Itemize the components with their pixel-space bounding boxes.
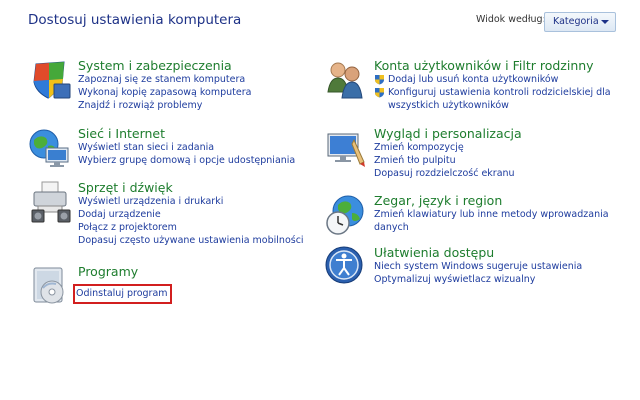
link-parental-controls-continued[interactable]: wszystkich użytkowników: [374, 99, 611, 112]
clock-region-icon: [324, 193, 368, 237]
link-add-device[interactable]: Dodaj urządzenie: [78, 208, 304, 221]
category-title-programs[interactable]: Programy: [78, 264, 168, 279]
link-check-computer-status[interactable]: Zapoznaj się ze stanem komputera: [78, 73, 251, 86]
uac-shield-icon: [375, 75, 384, 85]
link-change-theme[interactable]: Zmień kompozycję: [374, 141, 522, 154]
link-windows-suggest-settings[interactable]: Niech system Windows sugeruje ustawienia: [374, 260, 582, 273]
link-backup-computer[interactable]: Wykonaj kopię zapasową komputera: [78, 86, 251, 99]
link-mobility-settings[interactable]: Dopasuj często używane ustawienia mobiln…: [78, 234, 304, 247]
view-by-dropdown[interactable]: Kategoria: [544, 12, 616, 32]
category-title-appearance[interactable]: Wygląd i personalizacja: [374, 126, 522, 141]
category-title-system-security[interactable]: System i zabezpieczenia: [78, 58, 251, 73]
network-internet-icon: [28, 126, 72, 170]
category-title-network-internet[interactable]: Sieć i Internet: [78, 126, 295, 141]
view-by-value: Kategoria: [553, 16, 599, 27]
user-accounts-icon: [324, 58, 368, 102]
category-title-hardware-sound[interactable]: Sprzęt i dźwięk: [78, 180, 304, 195]
link-parental-controls[interactable]: Konfiguruj ustawienia kontroli rodziciel…: [374, 86, 611, 99]
link-homegroup-sharing[interactable]: Wybierz grupę domową i opcje udostępnian…: [78, 154, 295, 167]
link-adjust-resolution[interactable]: Dopasuj rozdzielczość ekranu: [374, 167, 522, 180]
programs-icon: [28, 264, 72, 308]
link-connect-projector[interactable]: Połącz z projektorem: [78, 221, 304, 234]
link-find-fix-problems[interactable]: Znajdź i rozwiąż problemy: [78, 99, 251, 112]
view-by-label: Widok według:: [476, 14, 546, 25]
category-title-user-accounts[interactable]: Konta użytkowników i Filtr rodzinny: [374, 58, 611, 73]
link-parental-controls-label: Konfiguruj ustawienia kontroli rodziciel…: [388, 87, 611, 98]
link-add-remove-accounts-label: Dodaj lub usuń konta użytkowników: [388, 74, 559, 85]
system-security-icon: [28, 58, 72, 102]
category-title-ease-of-access[interactable]: Ułatwienia dostępu: [374, 245, 582, 260]
link-add-remove-accounts[interactable]: Dodaj lub usuń konta użytkowników: [374, 73, 611, 86]
chevron-down-icon: [601, 20, 609, 24]
ease-of-access-icon: [324, 245, 368, 289]
link-change-keyboards[interactable]: Zmień klawiatury lub inne metody wprowad…: [374, 208, 609, 221]
link-change-keyboards-continued[interactable]: danych: [374, 221, 609, 234]
category-title-clock-region[interactable]: Zegar, język i region: [374, 193, 609, 208]
link-optimize-visual-display[interactable]: Optymalizuj wyświetlacz wizualny: [374, 273, 582, 286]
appearance-icon: [324, 126, 368, 170]
highlight-box: [73, 284, 172, 304]
link-change-background[interactable]: Zmień tło pulpitu: [374, 154, 522, 167]
hardware-sound-icon: [28, 180, 72, 224]
link-view-devices-printers[interactable]: Wyświetl urządzenia i drukarki: [78, 195, 304, 208]
uac-shield-icon: [375, 88, 384, 98]
page-title: Dostosuj ustawienia komputera: [28, 12, 242, 28]
link-view-network-status[interactable]: Wyświetl stan sieci i zadania: [78, 141, 295, 154]
